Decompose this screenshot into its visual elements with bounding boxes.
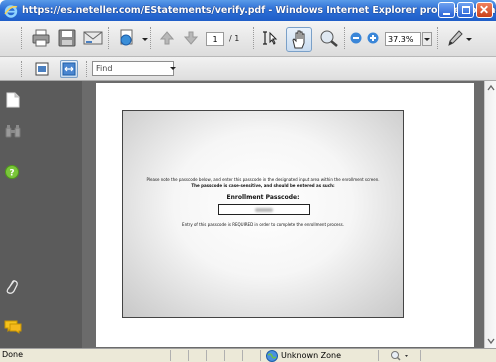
hand-icon [292,30,305,49]
zoom-out-button[interactable] [350,32,362,44]
save-icon [58,29,76,47]
fit-width-icon [62,62,76,76]
select-text-button[interactable] [263,30,281,46]
svg-text:?: ? [9,169,14,179]
marquee-zoom-icon [320,30,338,47]
passcode-footer-note: Entry of this passcode is REQUIRED in or… [182,222,344,227]
globe-icon [266,349,278,362]
zoom-dropdown-button[interactable] [422,32,432,46]
window-titlebar: https://es.neteller.com/EStatements/veri… [0,0,496,21]
pen-icon [448,30,463,46]
previous-page-button[interactable] [160,31,174,45]
zone-label: Unknown Zone [281,351,342,360]
security-zone[interactable]: Unknown Zone [266,349,341,362]
scroll-down-icon[interactable] [486,336,496,346]
passcode-panel: Please note the passcode below, and ente… [122,110,404,318]
maximize-icon [462,6,470,14]
fit-page-icon [35,62,49,76]
comment-icon [4,320,22,334]
minimize-button[interactable] [438,2,455,18]
pages-panel-button[interactable] [6,92,20,110]
close-icon [480,5,488,14]
chevron-down-icon[interactable] [142,38,148,41]
page-icon [6,92,20,108]
text-cursor-icon [263,31,278,45]
status-text: Done [2,350,24,359]
help-button[interactable]: ? [5,165,19,181]
page-number-input[interactable]: 1 [206,32,224,46]
save-button[interactable] [58,29,76,47]
passcode-box [218,204,310,215]
page-total-label: / 1 [229,34,240,43]
internet-explorer-icon [4,4,18,18]
binoculars-icon [5,125,21,138]
digital-edition-button[interactable] [118,29,140,47]
maximize-button[interactable] [457,2,474,18]
email-button[interactable] [83,29,103,47]
instruction-line-2: The passcode is case-sensitive, and shou… [191,183,335,188]
magnifier-dropdown-icon [391,351,408,361]
passcode-value-blurred [255,208,273,212]
status-bar: Done Unknown Zone [0,348,496,362]
print-button[interactable] [31,29,51,47]
navigation-sidebar: ? [0,81,82,348]
pdf-toolbar: 1 / 1 37.3% [0,21,496,57]
fit-width-button[interactable] [60,60,78,78]
comments-button[interactable] [4,320,22,336]
passcode-heading: Enrollment Passcode: [226,194,300,201]
arrow-up-icon [160,31,174,45]
zoom-out-icon [350,32,362,44]
fit-page-button[interactable] [35,62,49,76]
help-icon: ? [5,165,19,179]
status-zoom-button[interactable] [390,350,412,362]
attachments-button[interactable] [5,278,19,298]
chevron-down-icon [424,37,430,41]
arrow-down-icon [184,31,198,45]
minimize-icon [443,13,450,15]
print-icon [32,29,50,47]
chevron-down-icon[interactable] [170,67,176,70]
vertical-scrollbar[interactable] [484,81,496,348]
zoom-in-button[interactable] [367,32,379,44]
zoom-level-field[interactable]: 37.3% [385,32,421,46]
sign-button[interactable] [446,29,464,47]
hand-tool-button[interactable] [286,27,312,52]
find-input[interactable]: Find [92,61,174,76]
chevron-down-icon[interactable] [466,38,472,41]
zoom-in-icon [367,32,379,44]
attachments-binoculars-button[interactable] [5,124,21,140]
paperclip-icon [6,280,18,294]
document-globe-icon [120,29,133,46]
next-page-button[interactable] [184,31,198,45]
email-icon [83,31,103,45]
view-toolbar [0,57,496,81]
scroll-up-icon[interactable] [486,83,496,93]
window-title: https://es.neteller.com/EStatements/veri… [22,5,496,16]
zoom-tool-button[interactable] [318,29,340,47]
close-button[interactable] [476,2,493,18]
instruction-line-1: Please note the passcode below, and ente… [146,177,380,182]
